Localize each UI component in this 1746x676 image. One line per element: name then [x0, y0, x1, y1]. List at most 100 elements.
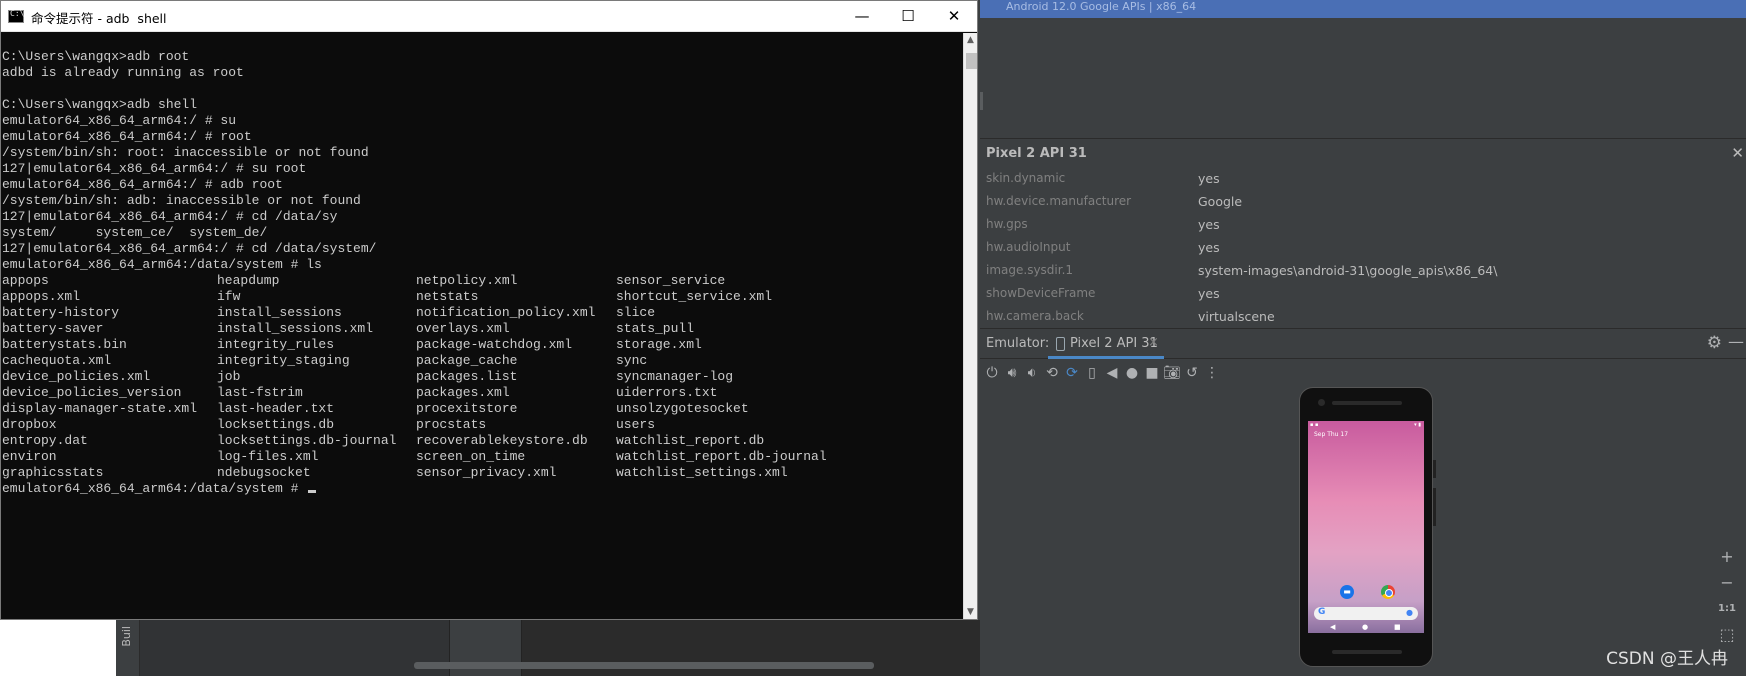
vertical-scrollbar[interactable]: ▲ ▼	[963, 33, 977, 619]
emulator-toolbar: ⏻ 🔊︎ 🔉︎ ⟲ ⟳ ▯ ◀ ● ■ 📷︎ ↺ ⋮	[980, 360, 1746, 386]
ls-entry: screen_on_time	[416, 449, 526, 464]
more-icon[interactable]: ⋮	[1202, 363, 1222, 383]
property-row[interactable]: hw.audioInput yes	[980, 237, 1746, 260]
nav-recents-icon[interactable]: ■	[1394, 623, 1401, 631]
ls-entry: appops.xml	[2, 289, 81, 304]
emulator-label: Emulator:	[986, 336, 1050, 351]
emulator-device-tab[interactable]: Pixel 2 API 31 ×	[1048, 329, 1164, 359]
top-speaker	[1332, 401, 1402, 405]
device-details-header: Pixel 2 API 31 ✕	[980, 140, 1746, 168]
zoom-in-button[interactable]: +	[1716, 544, 1738, 570]
snapshot-icon[interactable]: ↺	[1182, 363, 1202, 383]
prompt-text: emulator64_x86_64_arm64:/data/system #	[2, 481, 307, 496]
emulator-display-area: ▪ ▪ ▾ ▮ Sep Thu 17 ▬ G ● ◀ ● ■	[980, 387, 1746, 676]
ls-entry: last-header.txt	[217, 401, 335, 416]
console-line: 127|emulator64_x86_64_arm64:/ # su root	[2, 161, 307, 176]
ls-entry: ndebugsocket	[217, 465, 311, 480]
chrome-app-icon[interactable]	[1381, 585, 1395, 599]
console-prompt[interactable]: emulator64_x86_64_arm64:/data/system #	[2, 481, 317, 497]
back-icon[interactable]: ◀	[1102, 363, 1122, 383]
minimize-button[interactable]: —	[839, 1, 885, 32]
bottom-speaker	[1332, 650, 1402, 654]
tab-close-icon[interactable]: ×	[1148, 335, 1159, 350]
scroll-down-icon[interactable]: ▼	[967, 607, 974, 617]
console-line: C:\Users\wangqx>adb root	[2, 49, 190, 64]
ls-entry: last-fstrim	[217, 385, 303, 400]
ls-entry: storage.xml	[616, 337, 702, 352]
zoom-actual-size-button[interactable]: 1:1	[1716, 596, 1738, 622]
ls-entry: display-manager-state.xml	[2, 401, 198, 416]
ls-entry: recoverablekeystore.db	[416, 433, 588, 448]
google-icon: G	[1318, 607, 1326, 617]
volume-down-icon[interactable]: 🔉︎	[1022, 363, 1042, 383]
ls-entry: unsolzygotesocket	[616, 401, 749, 416]
ls-entry: integrity_staging	[217, 353, 350, 368]
title-bar[interactable]: C:\ 命令提示符 - adb shell — ☐ ✕	[1, 1, 977, 55]
ls-entry: ifw	[217, 289, 241, 304]
home-icon[interactable]: ●	[1122, 363, 1142, 383]
overview-icon[interactable]: ■	[1142, 363, 1162, 383]
scroll-up-icon[interactable]: ▲	[967, 35, 974, 45]
ls-entry: sensor_privacy.xml	[416, 465, 557, 480]
rotate-left-icon[interactable]: ⟲	[1042, 363, 1062, 383]
splitter-handle[interactable]	[980, 92, 983, 110]
ls-entry: graphicsstats	[2, 465, 104, 480]
console-line: C:\Users\wangqx>adb shell	[2, 97, 198, 112]
emulator-tab-label: Pixel 2 API 31	[1070, 336, 1158, 351]
nav-back-icon[interactable]: ◀	[1330, 623, 1335, 631]
phone-screen[interactable]: ▪ ▪ ▾ ▮ Sep Thu 17 ▬ G ● ◀ ● ■	[1308, 421, 1424, 633]
property-row[interactable]: image.sysdir.1 system-images\android-31\g…	[980, 260, 1746, 283]
property-key: hw.gps	[986, 217, 1028, 231]
device-list-area	[980, 18, 1746, 139]
camera-icon[interactable]: 📷︎	[1162, 363, 1182, 383]
close-button[interactable]: ✕	[931, 1, 977, 32]
close-icon[interactable]: ✕	[1731, 144, 1744, 162]
property-row[interactable]: showDeviceFrame yes	[980, 283, 1746, 306]
ls-entry: sensor_service	[616, 273, 726, 288]
command-prompt-window: C:\ 命令提示符 - adb shell — ☐ ✕ C:\Users\wan…	[0, 0, 978, 620]
ls-entry: install_sessions.xml	[217, 321, 374, 336]
ls-entry: packages.xml	[416, 385, 510, 400]
ls-entry: syncmanager-log	[616, 369, 734, 384]
console-output[interactable]: C:\Users\wangqx>adb root adbd is already …	[1, 33, 963, 619]
zoom-out-button[interactable]: −	[1716, 570, 1738, 596]
build-tool-tab[interactable]: Buil	[116, 620, 140, 676]
property-key: showDeviceFrame	[986, 286, 1096, 300]
lockscreen-date: Sep Thu 17	[1314, 431, 1349, 438]
power-icon[interactable]: ⏻	[982, 363, 1002, 383]
ls-entry: cachequota.xml	[2, 353, 112, 368]
maximize-button[interactable]: ☐	[885, 1, 931, 32]
nav-home-icon[interactable]: ●	[1362, 623, 1368, 631]
console-line: emulator64_x86_64_arm64:/ # adb root	[2, 177, 283, 192]
minimize-panel-icon[interactable]: —	[1728, 332, 1744, 351]
property-value: virtualscene	[1198, 309, 1275, 324]
gear-icon[interactable]: ⚙	[1707, 333, 1722, 353]
horizontal-scrollbar[interactable]	[414, 662, 874, 669]
property-row[interactable]: skin.dynamic yes	[980, 168, 1746, 191]
ls-entry: watchlist_settings.xml	[616, 465, 788, 480]
front-camera	[1318, 399, 1325, 406]
property-row[interactable]: hw.gps yes	[980, 214, 1746, 237]
ls-entry: slice	[616, 305, 656, 320]
messages-app-icon[interactable]: ▬	[1340, 585, 1354, 599]
console-line: emulator64_x86_64_arm64:/ # su	[2, 113, 237, 128]
rotate-right-icon[interactable]: ⟳	[1062, 363, 1082, 383]
status-bar-icons: ▾ ▮	[1414, 422, 1421, 428]
google-search-bar[interactable]: G ●	[1314, 607, 1418, 620]
property-value: yes	[1198, 217, 1220, 232]
ls-entry: job	[217, 369, 241, 384]
volume-up-icon[interactable]: 🔊︎	[1002, 363, 1022, 383]
fold-icon[interactable]: ▯	[1082, 363, 1102, 383]
property-key: skin.dynamic	[986, 171, 1066, 185]
property-value: yes	[1198, 171, 1220, 186]
scroll-thumb[interactable]	[966, 53, 977, 69]
property-value: yes	[1198, 286, 1220, 301]
ls-entry: procexitstore	[416, 401, 518, 416]
selected-device-row[interactable]: Android 12.0 Google APIs | x86_64	[980, 0, 1746, 18]
property-row[interactable]: hw.device.manufacturer Google	[980, 191, 1746, 214]
ls-entry: entropy.dat	[2, 433, 88, 448]
ls-entry: dropbox	[2, 417, 57, 432]
ls-entry: notification_policy.xml	[416, 305, 596, 320]
property-row[interactable]: hw.camera.back virtualscene	[980, 306, 1746, 328]
pane-divider	[980, 138, 1746, 139]
